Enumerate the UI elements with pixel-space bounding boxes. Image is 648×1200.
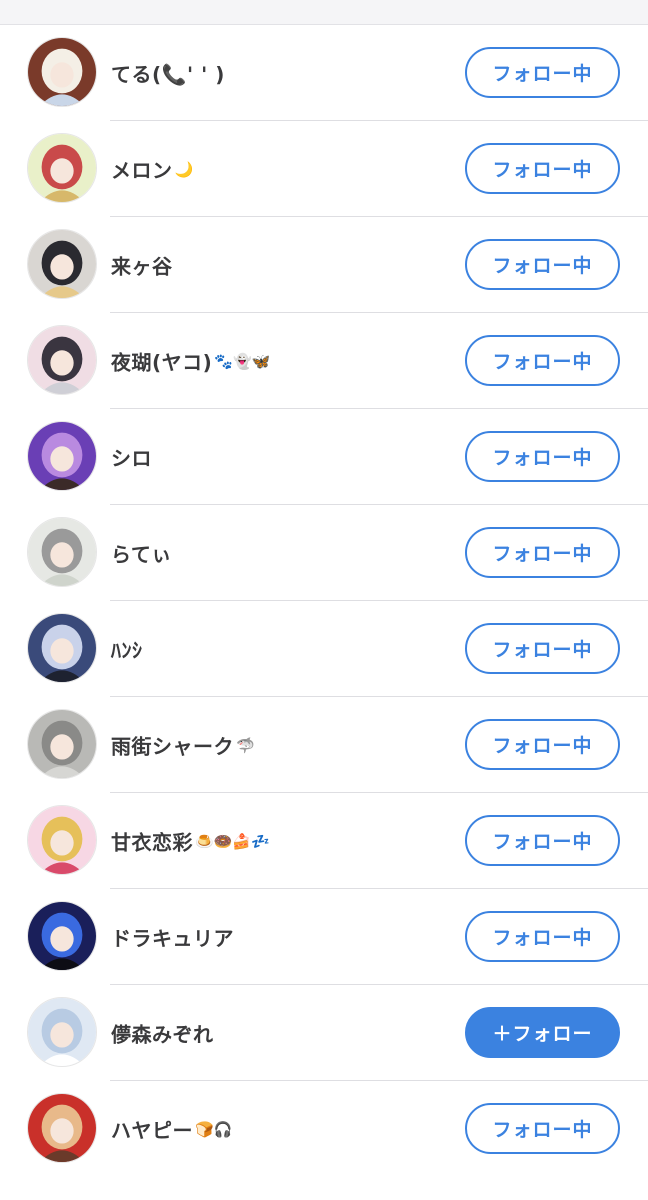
user-name[interactable]: 来ヶ谷 xyxy=(111,251,175,280)
list-item[interactable]: 来ヶ谷 フォロー中 xyxy=(0,217,648,313)
avatar-image xyxy=(28,902,96,970)
following-button[interactable]: フォロー中 xyxy=(465,239,620,290)
user-name-label: メロン xyxy=(111,158,173,183)
avatar-image xyxy=(28,1094,96,1162)
list-item[interactable]: ﾊﾝｼ フォロー中 xyxy=(0,601,648,697)
list-item[interactable]: てる(📞' ' ) フォロー中 xyxy=(0,25,648,121)
user-name[interactable]: 雨街シャーク 🦈 xyxy=(111,731,255,760)
following-button[interactable]: フォロー中 xyxy=(465,527,620,578)
avatar[interactable] xyxy=(27,901,97,971)
follow-button[interactable]: ＋フォロー xyxy=(465,1007,620,1058)
avatar-face xyxy=(50,254,74,280)
avatar-face xyxy=(50,1022,74,1048)
following-button[interactable]: フォロー中 xyxy=(465,335,620,386)
following-button[interactable]: フォロー中 xyxy=(465,1103,620,1154)
avatar[interactable] xyxy=(27,421,97,491)
avatar[interactable] xyxy=(27,1093,97,1163)
following-button[interactable]: フォロー中 xyxy=(465,431,620,482)
avatar-image xyxy=(28,518,96,586)
user-name[interactable]: 甘衣恋彩 🍮🍩🍰💤 xyxy=(111,827,270,856)
list-item[interactable]: 儚森みぞれ ＋フォロー xyxy=(0,985,648,1081)
avatar-face xyxy=(50,638,74,664)
avatar-image xyxy=(28,710,96,778)
user-name[interactable]: らてぃ xyxy=(111,539,174,568)
following-button[interactable]: フォロー中 xyxy=(465,47,620,98)
avatar-image xyxy=(28,326,96,394)
avatar[interactable] xyxy=(27,37,97,107)
list-item[interactable]: らてぃ フォロー中 xyxy=(0,505,648,601)
user-name-label: シロ xyxy=(111,446,152,471)
user-name-emoji: 🍞🎧 xyxy=(195,1120,233,1138)
avatar-image xyxy=(28,614,96,682)
avatar[interactable] xyxy=(27,133,97,203)
user-list: てる(📞' ' ) フォロー中 メロン 🌙 フォロー中 来ヶ谷 フォロー中 夜瑚(… xyxy=(0,25,648,1177)
user-name-label: ドラキュリア xyxy=(111,926,234,951)
avatar[interactable] xyxy=(27,517,97,587)
avatar-face xyxy=(50,446,74,472)
user-name-label: 儚森みぞれ xyxy=(111,1022,214,1047)
user-name-emoji: 🦈 xyxy=(236,736,255,754)
user-name-label: てる(📞' ' ) xyxy=(111,62,225,87)
avatar-face xyxy=(50,926,74,952)
avatar[interactable] xyxy=(27,997,97,1067)
list-item[interactable]: ハヤピー 🍞🎧 フォロー中 xyxy=(0,1081,648,1177)
list-item[interactable]: 夜瑚(ヤコ) 🐾👻🦋 フォロー中 xyxy=(0,313,648,409)
avatar-image xyxy=(28,998,96,1066)
user-name-label: 甘衣恋彩 xyxy=(111,830,193,855)
avatar-face xyxy=(50,1118,74,1144)
following-button[interactable]: フォロー中 xyxy=(465,815,620,866)
user-name-label: ﾊﾝｼ xyxy=(111,638,143,663)
avatar-face xyxy=(50,158,74,184)
user-name[interactable]: てる(📞' ' ) xyxy=(111,59,227,88)
avatar-image xyxy=(28,230,96,298)
user-name-emoji: 🍮🍩🍰💤 xyxy=(195,832,270,850)
following-button[interactable]: フォロー中 xyxy=(465,623,620,674)
avatar-face xyxy=(50,734,74,760)
list-item[interactable]: 雨街シャーク 🦈 フォロー中 xyxy=(0,697,648,793)
user-name[interactable]: ドラキュリア xyxy=(111,923,236,952)
user-name-emoji: 🐾👻🦋 xyxy=(214,352,271,370)
user-name[interactable]: 儚森みぞれ xyxy=(111,1019,216,1048)
list-item[interactable]: シロ フォロー中 xyxy=(0,409,648,505)
user-name[interactable]: ハヤピー 🍞🎧 xyxy=(111,1115,232,1144)
user-name[interactable]: メロン 🌙 xyxy=(111,155,193,184)
avatar[interactable] xyxy=(27,805,97,875)
user-name-label: らてぃ xyxy=(111,542,172,567)
list-item[interactable]: メロン 🌙 フォロー中 xyxy=(0,121,648,217)
avatar-image xyxy=(28,38,96,106)
following-button[interactable]: フォロー中 xyxy=(465,911,620,962)
user-name-emoji: 🌙 xyxy=(174,160,194,178)
user-name-label: 雨街シャーク xyxy=(111,734,234,759)
list-item[interactable]: ドラキュリア フォロー中 xyxy=(0,889,648,985)
avatar-face xyxy=(50,830,74,856)
top-bar xyxy=(0,0,648,25)
avatar-image xyxy=(28,134,96,202)
list-item[interactable]: 甘衣恋彩 🍮🍩🍰💤 フォロー中 xyxy=(0,793,648,889)
avatar[interactable] xyxy=(27,325,97,395)
user-name[interactable]: ﾊﾝｼ xyxy=(111,635,145,664)
avatar-image xyxy=(28,422,96,490)
avatar-face xyxy=(50,542,74,568)
avatar[interactable] xyxy=(27,709,97,779)
avatar[interactable] xyxy=(27,229,97,299)
user-name-label: 来ヶ谷 xyxy=(111,254,173,279)
user-name-label: 夜瑚(ヤコ) xyxy=(111,350,213,375)
avatar-image xyxy=(28,806,96,874)
avatar-face xyxy=(50,350,74,376)
user-name-label: ハヤピー xyxy=(111,1118,193,1143)
avatar[interactable] xyxy=(27,613,97,683)
user-name[interactable]: シロ xyxy=(111,443,154,472)
following-button[interactable]: フォロー中 xyxy=(465,719,620,770)
avatar-face xyxy=(50,62,74,88)
following-button[interactable]: フォロー中 xyxy=(465,143,620,194)
user-name[interactable]: 夜瑚(ヤコ) 🐾👻🦋 xyxy=(111,347,270,376)
